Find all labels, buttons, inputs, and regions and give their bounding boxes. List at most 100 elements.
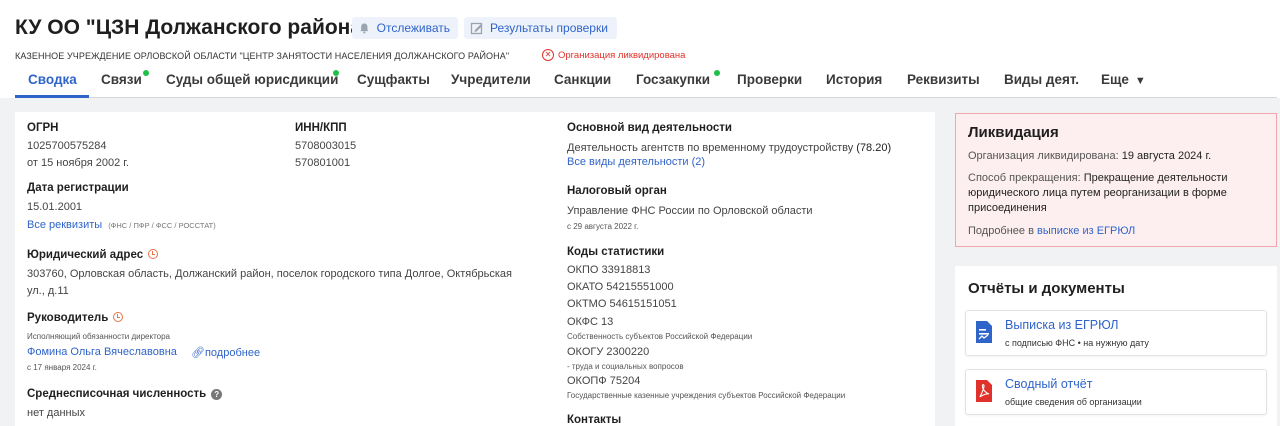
- legal-address-text: Юридический адрес: [27, 249, 144, 261]
- status-badge-label: Организация ликвидирована: [558, 49, 686, 61]
- track-button-label: Отслеживать: [376, 21, 450, 35]
- clock-icon: [113, 312, 124, 322]
- requisites-sources: (ФНС / ПФР / ФСС / РОССТАТ): [108, 221, 216, 230]
- tab-inspections[interactable]: Проверки: [737, 72, 802, 87]
- head-since: с 17 января 2024 г.: [27, 363, 97, 372]
- reports-documents-card: Отчёты и документы Выписка из ЕГРЮЛ с по…: [955, 266, 1277, 426]
- okpo-code: ОКПО 33918813: [567, 264, 651, 276]
- help-icon[interactable]: ?: [211, 389, 223, 400]
- head-more-label: подробнее: [204, 347, 261, 359]
- edit-check-icon: [470, 22, 483, 35]
- kpp-value: 570801001: [295, 157, 351, 169]
- okopf-code: ОКОПФ 75204: [567, 375, 641, 387]
- chevron-down-icon: ▼: [1134, 75, 1146, 87]
- page-title: КУ ОО "ЦЗН Должанского района": [15, 16, 372, 39]
- main-activity-label: Основной вид деятельности: [567, 122, 732, 134]
- tab-material-facts[interactable]: Сущфакты: [357, 72, 430, 87]
- okopf-description: Государственные казенные учреждения субъ…: [567, 391, 846, 400]
- oktmo-code: ОКТМО 54615151051: [567, 298, 677, 310]
- egrul-extract-title: Выписка из ЕГРЮЛ: [1005, 318, 1119, 332]
- staff-count-label: Среднесписочная численность?: [27, 388, 223, 400]
- okfs-description: Собственность субъектов Российской Федер…: [567, 332, 753, 341]
- termination-method-value-3: присоединения: [968, 202, 1047, 214]
- head-name-link[interactable]: Фомина Ольга Вячеславовна: [27, 346, 177, 358]
- okfs-code: ОКФС 13: [567, 316, 614, 328]
- liquidation-title: Ликвидация: [968, 124, 1059, 141]
- tab-activities[interactable]: Виды деят.: [1004, 72, 1079, 87]
- summary-card: ОГРН 1025700575284 от 15 ноября 2002 г. …: [15, 112, 935, 426]
- close-circle-icon: ✕: [542, 49, 554, 61]
- main-activity-code: (78.20): [856, 142, 892, 154]
- staff-count-value: нет данных: [27, 407, 86, 419]
- ogrn-date: от 15 ноября 2002 г.: [27, 157, 129, 169]
- legal-address-line-1: 303760, Орловская область, Должанский ра…: [27, 268, 512, 280]
- legal-address-label: Юридический адрес: [27, 249, 159, 261]
- tab-courts-dot: [333, 70, 339, 76]
- registration-date-label: Дата регистрации: [27, 182, 129, 194]
- okato-code: ОКАТО 54215551000: [567, 281, 674, 293]
- tax-authority-value: Управление ФНС России по Орловской облас…: [567, 205, 813, 217]
- termination-method-label: Способ прекращения:: [968, 172, 1081, 184]
- tab-more-label: Еще: [1101, 72, 1129, 87]
- check-results-button[interactable]: Результаты проверки: [464, 17, 617, 39]
- main-activity-value: Деятельность агентств по временному труд…: [567, 141, 891, 156]
- full-organization-name: КАЗЕННОЕ УЧРЕЖДЕНИЕ ОРЛОВСКОЙ ОБЛАСТИ "Ц…: [15, 51, 510, 61]
- termination-method-value-1: Прекращение деятельности: [1083, 172, 1228, 184]
- clock-icon: [148, 249, 159, 259]
- contacts-label: Контакты: [567, 414, 622, 426]
- tab-requisites[interactable]: Реквизиты: [907, 72, 980, 87]
- pdf-icon: [976, 380, 992, 402]
- head-label: Руководитель: [27, 312, 124, 324]
- inn-kpp-label: ИНН/КПП: [295, 122, 347, 134]
- tab-bar: Сводка Связи Суды общей юрисдикции Сущфа…: [15, 64, 1277, 98]
- liquidation-date: Организация ликвидирована: 19 августа 20…: [968, 149, 1211, 164]
- track-button[interactable]: Отслеживать: [352, 17, 458, 39]
- tab-procurement-dot: [714, 70, 720, 76]
- ogrn-label: ОГРН: [27, 122, 59, 134]
- stat-codes-label: Коды статистики: [567, 246, 665, 258]
- termination-method: Способ прекращения: Прекращение деятельн…: [968, 171, 1228, 186]
- check-results-label: Результаты проверки: [490, 21, 608, 35]
- main-activity-text: Деятельность агентств по временному труд…: [567, 142, 854, 154]
- all-activities-link[interactable]: Все виды деятельности (2): [567, 156, 705, 168]
- tab-connections[interactable]: Связи: [101, 72, 142, 87]
- staff-count-label-text: Среднесписочная численность: [27, 388, 207, 400]
- head-more-link[interactable]: 🔗︎подробнее: [191, 346, 260, 359]
- tab-more[interactable]: Еще ▼: [1101, 72, 1146, 87]
- reports-documents-title: Отчёты и документы: [968, 280, 1125, 297]
- tax-authority-since: с 29 августа 2022 г.: [567, 222, 639, 231]
- liquidation-more-prefix: Подробнее в: [968, 225, 1034, 237]
- inn-value: 5708003015: [295, 140, 357, 152]
- summary-report-title: Сводный отчёт: [1005, 377, 1093, 391]
- tax-authority-label: Налоговый орган: [567, 185, 667, 197]
- bell-icon: [360, 23, 369, 34]
- head-role: Исполняющий обязанности директора: [27, 332, 171, 341]
- termination-method-value-2: юридического лица путем реорганизации в …: [968, 187, 1227, 199]
- registration-date-value: 15.01.2001: [27, 201, 83, 213]
- tab-history[interactable]: История: [826, 72, 882, 87]
- all-requisites-label: Все реквизиты: [27, 219, 103, 231]
- legal-address-line-2: ул., д.11: [27, 285, 69, 297]
- summary-report-subtitle: общие сведения об организации: [1005, 397, 1142, 407]
- egrul-extract-item[interactable]: Выписка из ЕГРЮЛ с подписью ФНС • на нуж…: [965, 310, 1267, 356]
- liquidation-date-value: 19 августа 2024 г.: [1121, 150, 1212, 162]
- tab-connections-dot: [143, 70, 149, 76]
- all-requisites-link[interactable]: Все реквизиты (ФНС / ПФР / ФСС / РОССТАТ): [27, 219, 216, 231]
- ogrn-value: 1025700575284: [27, 140, 107, 152]
- tab-founders[interactable]: Учредители: [451, 72, 531, 87]
- liquidation-more: Подробнее в выписке из ЕГРЮЛ: [968, 224, 1135, 239]
- document-icon: [976, 321, 992, 343]
- head-label-text: Руководитель: [27, 312, 109, 324]
- egrul-extract-link[interactable]: выписке из ЕГРЮЛ: [1037, 225, 1135, 237]
- tab-courts[interactable]: Суды общей юрисдикции: [166, 72, 338, 87]
- summary-report-item[interactable]: Сводный отчёт общие сведения об организа…: [965, 369, 1267, 415]
- okogu-code: ОКОГУ 2300220: [567, 346, 650, 358]
- tab-sanctions[interactable]: Санкции: [554, 72, 611, 87]
- egrul-extract-subtitle: с подписью ФНС • на нужную дату: [1005, 338, 1149, 348]
- status-badge: ✕ Организация ликвидирована: [542, 49, 685, 61]
- tab-procurement[interactable]: Госзакупки: [636, 72, 710, 87]
- liquidation-card: Ликвидация Организация ликвидирована: 19…: [955, 113, 1277, 247]
- link-icon: 🔗︎: [191, 347, 205, 359]
- tab-summary[interactable]: Сводка: [28, 72, 77, 87]
- liquidation-date-label: Организация ликвидирована:: [968, 150, 1119, 162]
